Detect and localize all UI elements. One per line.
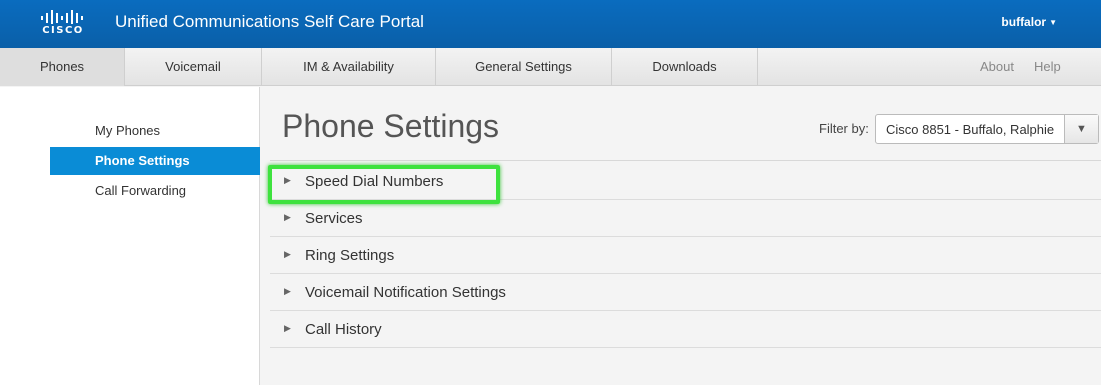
highlight-box [268, 165, 500, 204]
expand-triangle-icon: ▶ [284, 323, 291, 333]
section-label: Ring Settings [305, 247, 395, 264]
help-link[interactable]: Help [1034, 48, 1061, 86]
tab-downloads[interactable]: Downloads [612, 48, 758, 86]
tab-im-availability[interactable]: IM & Availability [262, 48, 436, 86]
section-voicemail-notification-settings[interactable]: ▶ Voicemail Notification Settings [270, 274, 1101, 311]
tab-general-settings[interactable]: General Settings [436, 48, 612, 86]
filter-label: Filter by: [819, 121, 869, 136]
section-ring-settings[interactable]: ▶ Ring Settings [270, 237, 1101, 274]
expand-triangle-icon: ▶ [284, 286, 291, 296]
top-header: CISCO Unified Communications Self Care P… [0, 0, 1101, 48]
sidebar-item-my-phones[interactable]: My Phones [50, 117, 260, 145]
tab-voicemail[interactable]: Voicemail [125, 48, 262, 86]
caret-down-icon: ▼ [1049, 17, 1057, 27]
section-services[interactable]: ▶ Services [270, 200, 1101, 237]
filter-selected-value: Cisco 8851 - Buffalo, Ralphie [886, 122, 1055, 137]
section-label: Call History [305, 321, 382, 338]
sidebar: My Phones Phone Settings Call Forwarding [0, 87, 260, 385]
phone-filter-select[interactable]: Cisco 8851 - Buffalo, Ralphie ▼ [875, 114, 1099, 144]
section-call-history[interactable]: ▶ Call History [270, 311, 1101, 348]
expand-triangle-icon: ▶ [284, 212, 291, 222]
main-nav: Phones Voicemail IM & Availability Gener… [0, 48, 1101, 86]
sidebar-item-call-forwarding[interactable]: Call Forwarding [50, 177, 260, 205]
username: buffalor [1001, 15, 1047, 29]
cisco-logo-text: CISCO [42, 25, 84, 36]
sidebar-item-phone-settings[interactable]: Phone Settings [50, 147, 260, 175]
about-link[interactable]: About [980, 48, 1014, 86]
cisco-logo[interactable]: CISCO [38, 10, 88, 38]
cisco-bars-icon [41, 10, 83, 24]
tab-phones[interactable]: Phones [0, 48, 125, 86]
section-label: Voicemail Notification Settings [305, 284, 506, 301]
page-title: Phone Settings [282, 108, 500, 144]
dropdown-arrow-icon[interactable]: ▼ [1064, 115, 1098, 143]
expand-triangle-icon: ▶ [284, 249, 291, 259]
app-title: Unified Communications Self Care Portal [115, 12, 424, 31]
title-divider [270, 160, 1101, 161]
section-label: Services [305, 210, 363, 227]
user-menu[interactable]: buffalor ▼ [1001, 15, 1057, 29]
